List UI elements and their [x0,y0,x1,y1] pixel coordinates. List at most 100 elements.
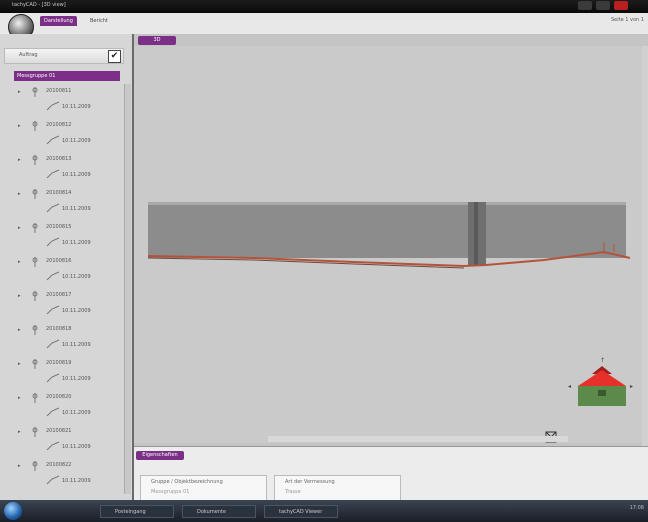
tree-item-label: 20100817 [46,292,72,298]
page-indicator: Seite 1 von 1 [611,17,644,23]
tree-item-label: 20100813 [46,156,72,162]
sidebar-scrollbar[interactable] [124,84,131,494]
tree-item-label: 20100819 [46,360,72,366]
3d-viewport[interactable]: 3D ↑ ◂ ▸ [134,34,648,446]
view-tab[interactable]: 3D [138,36,176,45]
tree-item[interactable]: ▸ 20100815 10.11.2009 [0,220,124,254]
expand-toggle-icon[interactable]: ▸ [18,191,21,197]
expand-toggle-icon[interactable]: ▸ [18,89,21,95]
tree-item[interactable]: ▸ 20100819 10.11.2009 [0,356,124,390]
measurement-icon [46,373,60,383]
svg-text:↑: ↑ [600,357,605,364]
os-taskbar: Posteingang Dokumente tachyCAD Viewer 17… [0,500,648,522]
tree-item[interactable]: ▸ 20100820 10.11.2009 [0,390,124,424]
tree-item[interactable]: ▸ 20100812 10.11.2009 [0,118,124,152]
viewport-horizontal-scrollbar[interactable] [268,436,568,442]
tree-item[interactable]: ▸ 20100816 10.11.2009 [0,254,124,288]
expand-toggle-icon[interactable]: ▸ [18,429,21,435]
visibility-checkbox[interactable]: ✔ [108,50,121,63]
tree-item-date: 10.11.2009 [62,138,91,144]
panel-header: Auftrag ✔ [4,48,124,64]
tree-item[interactable]: ▸ 20100821 10.11.2009 [0,424,124,458]
tree-item-date: 10.11.2009 [62,478,91,484]
tree-item-date: 10.11.2009 [62,104,91,110]
survey-point-icon [32,257,38,267]
survey-point-icon [32,461,38,471]
tree-item[interactable]: ▸ 20100813 10.11.2009 [0,152,124,186]
measurement-icon [46,101,60,111]
survey-point-icon [32,359,38,369]
tree-group-selected[interactable]: Messgruppe 01 [14,71,120,81]
survey-point-icon [32,121,38,131]
viewport-vertical-scrollbar[interactable] [642,46,648,446]
wall-block [148,202,626,258]
system-clock: 17:08 [629,505,644,511]
measurement-icon [46,135,60,145]
tab-bericht[interactable]: Bericht [86,16,112,26]
tree-item-label: 20100814 [46,190,72,196]
tree-item[interactable]: ▸ 20100818 10.11.2009 [0,322,124,356]
expand-toggle-icon[interactable]: ▸ [18,395,21,401]
tree-item[interactable]: ▸ 20100811 10.11.2009 [0,84,124,118]
tree-item-date: 10.11.2009 [62,240,91,246]
field-survey-type[interactable]: Art der Vermessung Trasse [274,475,401,501]
measurement-icon [46,169,60,179]
taskbar-item-2[interactable]: Dokumente [182,505,256,518]
survey-point-icon [32,223,38,233]
tree-item-label: 20100820 [46,394,72,400]
tree-item[interactable]: ▸ 20100814 10.11.2009 [0,186,124,220]
tree-item[interactable]: ▸ 20100822 10.11.2009 [0,458,124,492]
minimize-button[interactable] [578,1,592,10]
survey-point-icon [32,291,38,301]
taskbar-item-3[interactable]: tachyCAD Viewer [264,505,338,518]
field-survey-type-label: Art der Vermessung [285,479,335,485]
expand-toggle-icon[interactable]: ▸ [18,463,21,469]
expand-toggle-icon[interactable]: ▸ [18,361,21,367]
maximize-button[interactable] [596,1,610,10]
start-button-icon[interactable] [4,502,22,520]
tree-item-label: 20100821 [46,428,72,434]
tree-item-date: 10.11.2009 [62,444,91,450]
tree-item-date: 10.11.2009 [62,410,91,416]
tree-item-date: 10.11.2009 [62,206,91,212]
survey-point-icon [32,325,38,335]
measurement-icon [46,407,60,417]
svg-text:◂: ◂ [568,383,571,390]
project-tree-panel: Auftrag ✔ Messgruppe 01 ▸ 20100811 10.11.2… [0,34,134,500]
expand-toggle-icon[interactable]: ▸ [18,157,21,163]
expand-toggle-icon[interactable]: ▸ [18,123,21,129]
survey-point-icon [32,87,38,97]
properties-tab[interactable]: Eigenschaften [136,451,184,460]
viewport-canvas[interactable]: ↑ ◂ ▸ [134,46,644,443]
tree-item-date: 10.11.2009 [62,172,91,178]
field-object-name[interactable]: Gruppe / Objektbezeichnung Messgruppe 01 [140,475,267,501]
expand-toggle-icon[interactable]: ▸ [18,293,21,299]
expand-toggle-icon[interactable]: ▸ [18,225,21,231]
tree-item-label: 20100818 [46,326,72,332]
measurement-icon [46,339,60,349]
tree-item-date: 10.11.2009 [62,308,91,314]
expand-toggle-icon[interactable]: ▸ [18,259,21,265]
field-survey-type-value: Trasse [285,489,301,495]
scene-svg: ↑ ◂ ▸ [134,46,642,443]
survey-point-icon [32,393,38,403]
tree-list: ▸ 20100811 10.11.2009 ▸ 20100812 10.11.2009 ▸ 2… [0,84,124,492]
svg-text:▸: ▸ [630,383,633,390]
tab-darstellung[interactable]: Darstellung [40,16,77,26]
taskbar-item-1[interactable]: Posteingang [100,505,174,518]
field-object-name-label: Gruppe / Objektbezeichnung [151,479,223,485]
measurement-icon [46,271,60,281]
expand-toggle-icon[interactable]: ▸ [18,327,21,333]
survey-point-icon [32,427,38,437]
field-object-name-value: Messgruppe 01 [151,489,190,495]
panel-header-label: Auftrag [19,52,38,58]
close-button[interactable] [614,1,628,10]
measurement-icon [46,237,60,247]
tree-item-label: 20100822 [46,462,72,468]
measurement-icon [46,305,60,315]
tree-item-date: 10.11.2009 [62,376,91,382]
survey-point-icon [32,155,38,165]
tree-item[interactable]: ▸ 20100817 10.11.2009 [0,288,124,322]
tree-item-label: 20100815 [46,224,72,230]
tree-item-label: 20100816 [46,258,72,264]
